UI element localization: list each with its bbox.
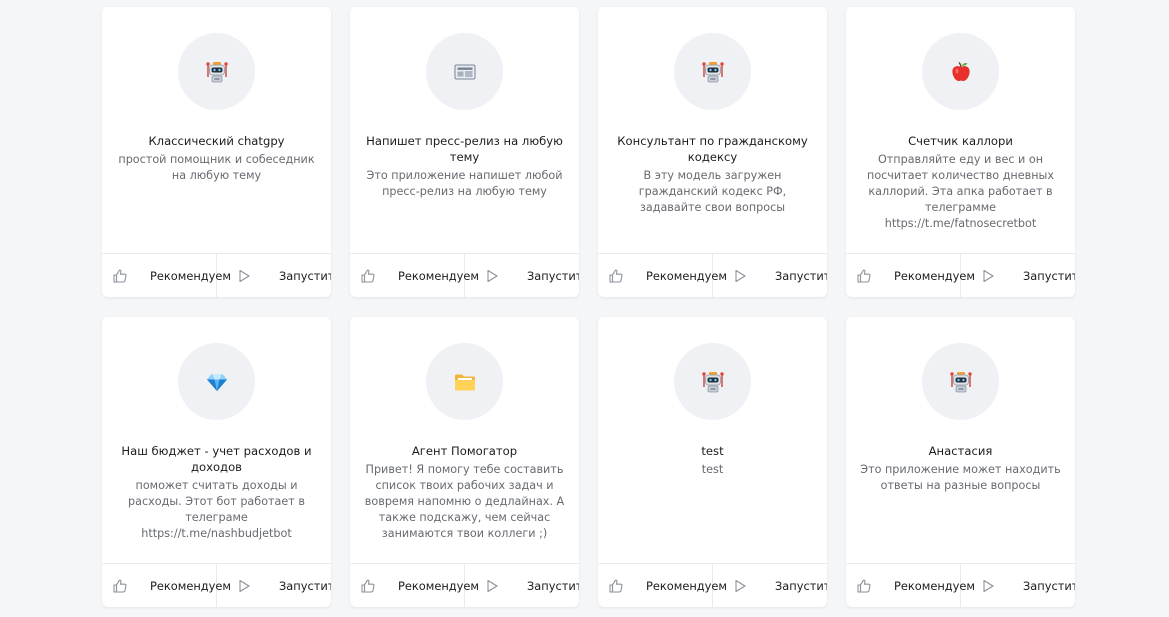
play-icon: [982, 269, 1009, 283]
app-card: Классический chatgpy простой помощник и с…: [102, 7, 331, 297]
run-label: Запустить: [527, 578, 579, 593]
card-description: В эту модель загружен гражданский кодекс…: [638, 169, 787, 214]
run-button[interactable]: Запустить: [713, 254, 827, 297]
thumbs-up-icon: [856, 268, 883, 284]
app-card: Агент Помогатор Привет! Я помогу тебе сос…: [350, 317, 579, 607]
app-card: Анастасия Это приложение может находить о…: [846, 317, 1075, 607]
recommend-button[interactable]: Рекомендуем: [102, 254, 231, 297]
thumbs-up-icon: [856, 578, 883, 594]
card-description: поможет считать доходы и расходы. Этот б…: [128, 479, 305, 540]
card-title: Напишет пресс-релиз на любую тему: [366, 134, 563, 164]
thumbs-up-icon: [608, 268, 635, 284]
play-icon: [734, 579, 761, 593]
card-body: Напишет пресс-релиз на любую тему Это при…: [350, 7, 579, 253]
run-label: Запустить: [1023, 578, 1075, 593]
card-footer: Рекомендуем Запустить: [102, 253, 331, 297]
card-title: Наш бюджет - учет расходов и доходов: [121, 444, 312, 474]
card-body: test test: [598, 317, 827, 563]
card-footer: Рекомендуем Запустить: [846, 563, 1075, 607]
play-icon: [486, 269, 513, 283]
thumbs-up-icon: [608, 578, 635, 594]
run-button[interactable]: Запустить: [217, 254, 331, 297]
recommend-button[interactable]: Рекомендуем: [846, 254, 975, 297]
run-label: Запустить: [279, 268, 331, 283]
thumbs-up-icon: [112, 578, 139, 594]
recommend-button[interactable]: Рекомендуем: [598, 564, 727, 607]
card-footer: Рекомендуем Запустить: [350, 563, 579, 607]
card-footer: Рекомендуем Запустить: [102, 563, 331, 607]
card-body: Агент Помогатор Привет! Я помогу тебе сос…: [350, 317, 579, 563]
card-body: Классический chatgpy простой помощник и с…: [102, 7, 331, 253]
run-label: Запустить: [1023, 268, 1075, 283]
run-button[interactable]: Запустить: [961, 254, 1075, 297]
robot-icon: [674, 33, 751, 110]
card-body: Анастасия Это приложение может находить о…: [846, 317, 1075, 563]
play-icon: [982, 579, 1009, 593]
recommend-button[interactable]: Рекомендуем: [102, 564, 231, 607]
robot-icon: [178, 33, 255, 110]
app-card: test test Рекомендуем Запустить: [598, 317, 827, 607]
card-description: простой помощник и собеседник на любую т…: [118, 153, 315, 182]
card-title: Анастасия: [928, 444, 993, 458]
card-title: Консультант по гражданскому кодексу: [617, 134, 808, 164]
recommend-button[interactable]: Рекомендуем: [350, 564, 479, 607]
robot-icon: [922, 343, 999, 420]
card-body: Счетчик каллори Отправляйте еду и вес и о…: [846, 7, 1075, 253]
play-icon: [734, 269, 761, 283]
run-button[interactable]: Запустить: [465, 254, 579, 297]
play-icon: [238, 579, 265, 593]
run-label: Запустить: [775, 578, 827, 593]
card-description: Отправляйте еду и вес и он посчитает кол…: [867, 153, 1054, 230]
card-description: Это приложение напишет любой пресс-релиз…: [366, 169, 563, 198]
run-button[interactable]: Запустить: [465, 564, 579, 607]
card-body: Наш бюджет - учет расходов и доходов помо…: [102, 317, 331, 563]
run-label: Запустить: [279, 578, 331, 593]
card-title: test: [701, 444, 724, 458]
card-footer: Рекомендуем Запустить: [846, 253, 1075, 297]
recommend-button[interactable]: Рекомендуем: [598, 254, 727, 297]
card-title: Агент Помогатор: [411, 444, 518, 458]
card-body: Консультант по гражданскому кодексу В эту…: [598, 7, 827, 253]
thumbs-up-icon: [360, 578, 387, 594]
run-label: Запустить: [527, 268, 579, 283]
app-card: Напишет пресс-релиз на любую тему Это при…: [350, 7, 579, 297]
card-footer: Рекомендуем Запустить: [598, 253, 827, 297]
card-description: test: [701, 463, 724, 476]
card-footer: Рекомендуем Запустить: [350, 253, 579, 297]
run-button[interactable]: Запустить: [217, 564, 331, 607]
recommend-button[interactable]: Рекомендуем: [350, 254, 479, 297]
app-grid: Классический chatgpy простой помощник и с…: [0, 0, 1169, 617]
thumbs-up-icon: [360, 268, 387, 284]
apple-icon: [922, 33, 999, 110]
run-label: Запустить: [775, 268, 827, 283]
run-button[interactable]: Запустить: [961, 564, 1075, 607]
card-title: Счетчик каллори: [908, 134, 1013, 148]
robot-icon: [674, 343, 751, 420]
folder-icon: [426, 343, 503, 420]
app-card: Консультант по гражданскому кодексу В эту…: [598, 7, 827, 297]
app-card: Наш бюджет - учет расходов и доходов помо…: [102, 317, 331, 607]
card-description: Это приложение может находить ответы на …: [860, 463, 1061, 492]
card-title: Классический chatgpy: [148, 134, 285, 148]
card-description: Привет! Я помогу тебе составить список т…: [364, 463, 565, 540]
run-button[interactable]: Запустить: [713, 564, 827, 607]
card-footer: Рекомендуем Запустить: [598, 563, 827, 607]
thumbs-up-icon: [112, 268, 139, 284]
diamond-icon: [178, 343, 255, 420]
play-icon: [238, 269, 265, 283]
newspaper-icon: [426, 33, 503, 110]
app-card: Счетчик каллори Отправляйте еду и вес и о…: [846, 7, 1075, 297]
play-icon: [486, 579, 513, 593]
recommend-button[interactable]: Рекомендуем: [846, 564, 975, 607]
